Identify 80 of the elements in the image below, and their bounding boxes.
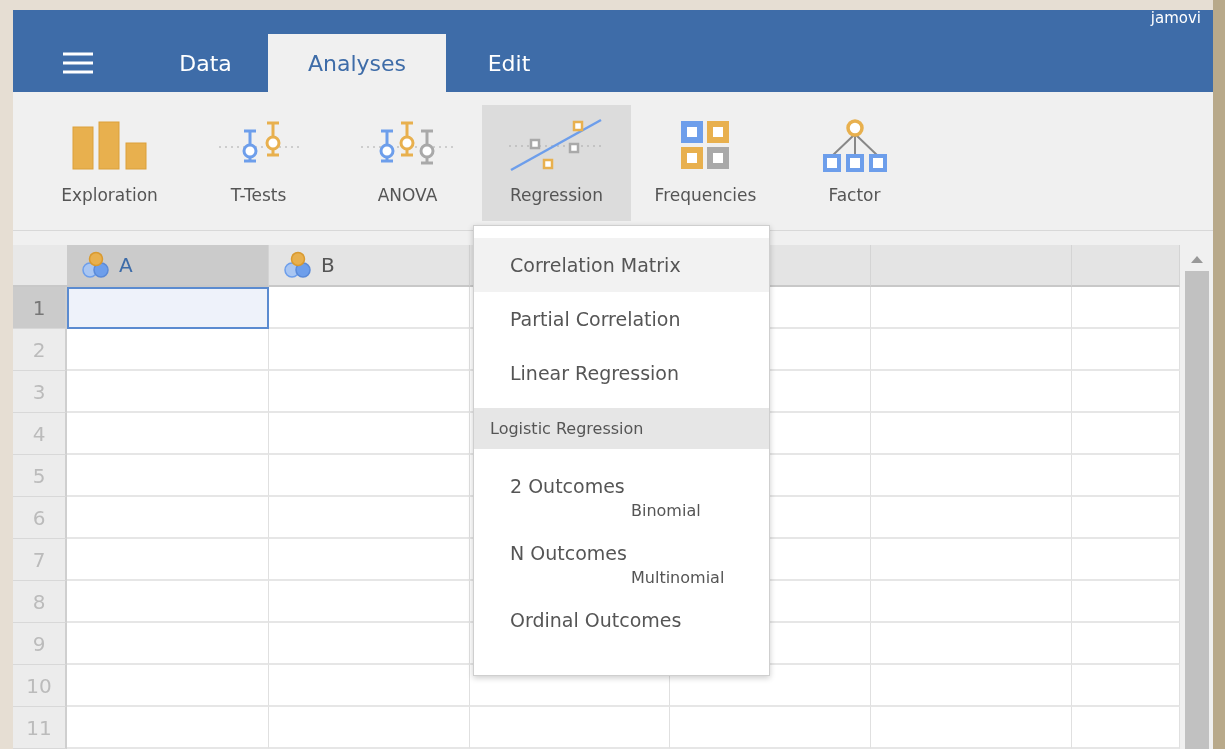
table-cell[interactable]: [67, 665, 269, 707]
menu-item-label: 2 Outcomes: [510, 475, 626, 497]
menu-icon: [62, 52, 94, 75]
column-header[interactable]: [871, 245, 1072, 287]
table-cell[interactable]: [269, 623, 470, 665]
table-cell[interactable]: [67, 497, 269, 539]
bar-chart-icon: [69, 121, 150, 172]
tab[interactable]: Edit: [446, 34, 572, 93]
table-cell[interactable]: [1072, 413, 1180, 455]
table-cell[interactable]: [871, 329, 1072, 371]
table-cell[interactable]: [1072, 455, 1180, 497]
table-cell[interactable]: [67, 623, 269, 665]
table-cell[interactable]: [1072, 329, 1180, 371]
column-header[interactable]: B: [269, 245, 470, 287]
table-cell[interactable]: [470, 707, 670, 749]
menu-item[interactable]: Linear Regression: [474, 346, 769, 400]
menu-item-subtitle: Multinomial: [631, 568, 725, 587]
table-cell[interactable]: [269, 413, 470, 455]
table-cell[interactable]: [67, 413, 269, 455]
toolbar-button[interactable]: T-Tests: [184, 105, 333, 222]
table-cell[interactable]: [269, 371, 470, 413]
table-cell[interactable]: [67, 707, 269, 749]
toolbar-button[interactable]: ANOVA: [333, 105, 482, 222]
tab[interactable]: Data: [143, 34, 268, 93]
table-cell[interactable]: [871, 287, 1072, 329]
table-cell[interactable]: [67, 539, 269, 581]
table-cell[interactable]: [269, 329, 470, 371]
column-header[interactable]: A: [67, 245, 269, 287]
scrollbar-thumb[interactable]: [1184, 271, 1209, 749]
table-cell[interactable]: [871, 455, 1072, 497]
menu-item[interactable]: Correlation Matrix: [474, 238, 769, 292]
table-cell[interactable]: [67, 455, 269, 497]
table-cell[interactable]: [871, 497, 1072, 539]
toolbar-button[interactable]: Factor: [780, 105, 929, 222]
table-cell[interactable]: [871, 665, 1072, 707]
table-cell[interactable]: [269, 665, 470, 707]
app-name: jamovi: [1150, 10, 1201, 26]
table-cell[interactable]: [67, 371, 269, 413]
table-cell[interactable]: [67, 581, 269, 623]
table-cell[interactable]: [1072, 707, 1180, 749]
table-cell[interactable]: [269, 497, 470, 539]
toolbar-button[interactable]: Regression: [482, 105, 631, 222]
menu-item[interactable]: Partial Correlation: [474, 292, 769, 346]
table-cell[interactable]: [67, 329, 269, 371]
table-cell[interactable]: [871, 623, 1072, 665]
table-cell[interactable]: [1072, 623, 1180, 665]
table-cell[interactable]: [871, 707, 1072, 749]
variable-icon: [81, 251, 111, 279]
table-cell[interactable]: [871, 581, 1072, 623]
menu-item-label: N Outcomes: [510, 542, 628, 564]
table-cell[interactable]: [1072, 287, 1180, 329]
table-cell[interactable]: [269, 707, 470, 749]
table-cell[interactable]: [269, 455, 470, 497]
table-cell[interactable]: [1072, 497, 1180, 539]
table-cell[interactable]: [1072, 665, 1180, 707]
variable-icon: [283, 251, 313, 279]
table-cell[interactable]: [269, 581, 470, 623]
menu-section-header: Logistic Regression: [474, 408, 769, 449]
tab[interactable]: Analyses: [268, 34, 446, 93]
table-cell[interactable]: [871, 539, 1072, 581]
table-cell[interactable]: [269, 287, 470, 329]
table-cell[interactable]: [871, 371, 1072, 413]
scroll-up-icon[interactable]: [1190, 255, 1203, 263]
table-cell[interactable]: [670, 707, 871, 749]
menu-item[interactable]: Ordinal Outcomes: [474, 593, 769, 647]
toolbar-button[interactable]: Exploration: [35, 105, 184, 222]
table-cell[interactable]: [1072, 539, 1180, 581]
table-cell[interactable]: [1072, 581, 1180, 623]
row-number: 1: [13, 287, 67, 329]
table-cell[interactable]: [1072, 371, 1180, 413]
menu-item-subtitle: Binomial: [631, 501, 701, 520]
column-header[interactable]: [1072, 245, 1180, 287]
menu-item[interactable]: 2 Outcomes Binomial: [474, 459, 769, 526]
grid-squares-icon: [680, 121, 731, 172]
table-cell[interactable]: [269, 539, 470, 581]
tree-icon: [821, 118, 888, 175]
toolbar-button[interactable]: Frequencies: [631, 105, 780, 222]
menu-item[interactable]: N Outcomes Multinomial: [474, 526, 769, 593]
table-cell[interactable]: [67, 287, 269, 329]
table-cell[interactable]: [871, 413, 1072, 455]
